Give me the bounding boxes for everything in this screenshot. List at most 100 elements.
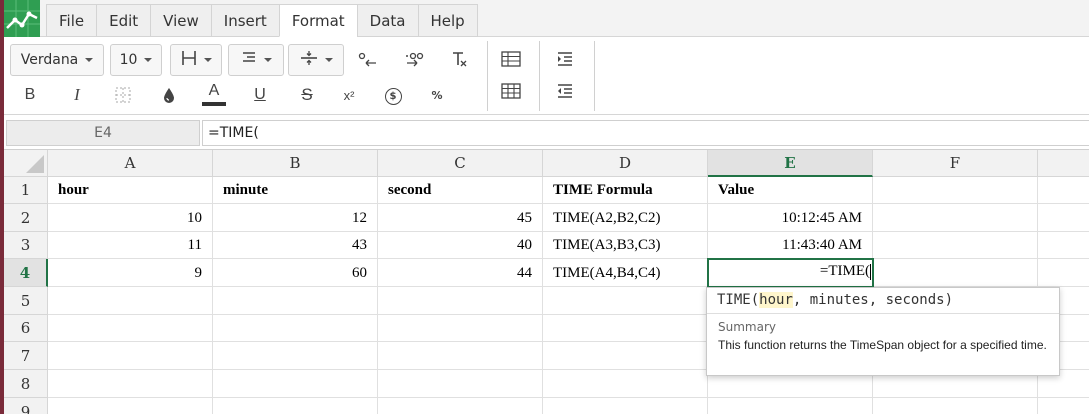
- tab-view[interactable]: View: [150, 4, 211, 37]
- cell-e2[interactable]: 10:12:45 AM: [708, 204, 873, 232]
- cell-c4[interactable]: 44: [378, 259, 543, 287]
- cell-d9[interactable]: [543, 398, 708, 414]
- function-signature: TIME(hour, minutes, seconds): [707, 288, 1059, 314]
- row-header-4[interactable]: 4: [4, 259, 48, 287]
- cell-c7[interactable]: [378, 342, 543, 370]
- tab-edit[interactable]: Edit: [96, 4, 151, 37]
- italic-button[interactable]: I: [64, 82, 90, 108]
- column-header-c[interactable]: C: [378, 150, 543, 177]
- cell-d1[interactable]: TIME Formula: [543, 177, 708, 204]
- cell-e3[interactable]: 11:43:40 AM: [708, 232, 873, 259]
- tab-file[interactable]: File: [46, 4, 97, 37]
- active-cell-e4[interactable]: =TIME(: [707, 258, 874, 288]
- borders-dropdown[interactable]: [170, 44, 222, 76]
- cell-a6[interactable]: [48, 315, 213, 342]
- row-header-1[interactable]: 1: [4, 177, 48, 204]
- cell-b9[interactable]: [213, 398, 378, 414]
- cell-b4[interactable]: 60: [213, 259, 378, 287]
- cell-d2[interactable]: TIME(A2,B2,C2): [543, 204, 708, 232]
- cell-c2[interactable]: 45: [378, 204, 543, 232]
- tab-format[interactable]: Format: [278, 4, 357, 37]
- cell-g9[interactable]: [1038, 398, 1089, 414]
- row-header-3[interactable]: 3: [4, 232, 48, 259]
- cell-f4[interactable]: [873, 259, 1038, 287]
- cell-a2[interactable]: 10: [48, 204, 213, 232]
- column-header-f[interactable]: F: [873, 150, 1038, 177]
- cell-d4[interactable]: TIME(A4,B4,C4): [543, 259, 708, 287]
- cell-b8[interactable]: [213, 370, 378, 398]
- cell-b6[interactable]: [213, 315, 378, 342]
- row-header-5[interactable]: 5: [4, 287, 48, 315]
- row-header-2[interactable]: 2: [4, 204, 48, 232]
- row-header-8[interactable]: 8: [4, 370, 48, 398]
- horizontal-align-dropdown[interactable]: [228, 44, 284, 76]
- vertical-align-dropdown[interactable]: [288, 44, 344, 76]
- cell-d6[interactable]: [543, 315, 708, 342]
- font-name-dropdown[interactable]: Verdana: [10, 44, 104, 76]
- bold-button[interactable]: B: [17, 82, 43, 108]
- cell-c8[interactable]: [378, 370, 543, 398]
- column-header-g[interactable]: [1038, 150, 1089, 177]
- strikethrough-button[interactable]: S: [294, 82, 320, 108]
- cell-a4[interactable]: 9: [48, 259, 213, 287]
- cell-c1[interactable]: second: [378, 177, 543, 204]
- cell-borders-icon[interactable]: [110, 82, 136, 108]
- insert-table-icon[interactable]: [498, 46, 524, 72]
- tab-help[interactable]: Help: [417, 4, 478, 37]
- cell-d5[interactable]: [543, 287, 708, 315]
- cell-g4[interactable]: [1038, 259, 1089, 287]
- cell-d8[interactable]: [543, 370, 708, 398]
- cell-a5[interactable]: [48, 287, 213, 315]
- cell-c3[interactable]: 40: [378, 232, 543, 259]
- column-header-a[interactable]: A: [48, 150, 213, 177]
- name-box[interactable]: E4: [6, 120, 200, 146]
- cell-a3[interactable]: 11: [48, 232, 213, 259]
- font-size-dropdown[interactable]: 10: [110, 44, 162, 76]
- column-header-e[interactable]: E: [708, 150, 873, 177]
- cell-g2[interactable]: [1038, 204, 1089, 232]
- cell-e9[interactable]: [708, 398, 873, 414]
- cell-f9[interactable]: [873, 398, 1038, 414]
- formula-input[interactable]: =TIME(: [202, 120, 1089, 146]
- cell-d3[interactable]: TIME(A3,B3,C3): [543, 232, 708, 259]
- cell-d7[interactable]: [543, 342, 708, 370]
- column-header-b[interactable]: B: [213, 150, 378, 177]
- decrease-indent-icon[interactable]: [552, 78, 578, 104]
- tab-insert[interactable]: Insert: [210, 4, 279, 37]
- row-header-6[interactable]: 6: [4, 315, 48, 342]
- cell-f1[interactable]: [873, 177, 1038, 204]
- cell-e1[interactable]: Value: [708, 177, 873, 204]
- cell-g1[interactable]: [1038, 177, 1089, 204]
- column-header-d[interactable]: D: [543, 150, 708, 177]
- cell-f2[interactable]: [873, 204, 1038, 232]
- cell-b7[interactable]: [213, 342, 378, 370]
- text-color-button[interactable]: A: [201, 81, 227, 107]
- increase-decimal-icon[interactable]: [401, 46, 427, 72]
- cell-c9[interactable]: [378, 398, 543, 414]
- currency-button[interactable]: $: [380, 83, 406, 109]
- underline-button[interactable]: U: [247, 82, 273, 108]
- cell-f3[interactable]: [873, 232, 1038, 259]
- clear-format-icon[interactable]: [446, 46, 472, 72]
- fill-color-icon[interactable]: [156, 82, 182, 108]
- row-header-9[interactable]: 9: [4, 398, 48, 414]
- cell-a8[interactable]: [48, 370, 213, 398]
- cell-c6[interactable]: [378, 315, 543, 342]
- increase-indent-icon[interactable]: [552, 46, 578, 72]
- row-header-7[interactable]: 7: [4, 342, 48, 370]
- cell-c5[interactable]: [378, 287, 543, 315]
- tab-data[interactable]: Data: [356, 4, 418, 37]
- cell-a9[interactable]: [48, 398, 213, 414]
- cell-b2[interactable]: 12: [213, 204, 378, 232]
- decrease-decimal-icon[interactable]: [355, 46, 381, 72]
- cell-a7[interactable]: [48, 342, 213, 370]
- cell-b1[interactable]: minute: [213, 177, 378, 204]
- cell-b5[interactable]: [213, 287, 378, 315]
- cell-a1[interactable]: hour: [48, 177, 213, 204]
- superscript-button[interactable]: x²: [336, 82, 362, 108]
- table-format-icon[interactable]: [498, 78, 524, 104]
- cell-g3[interactable]: [1038, 232, 1089, 259]
- select-all-corner[interactable]: [4, 150, 48, 177]
- cell-b3[interactable]: 43: [213, 232, 378, 259]
- percent-button[interactable]: %: [424, 82, 450, 108]
